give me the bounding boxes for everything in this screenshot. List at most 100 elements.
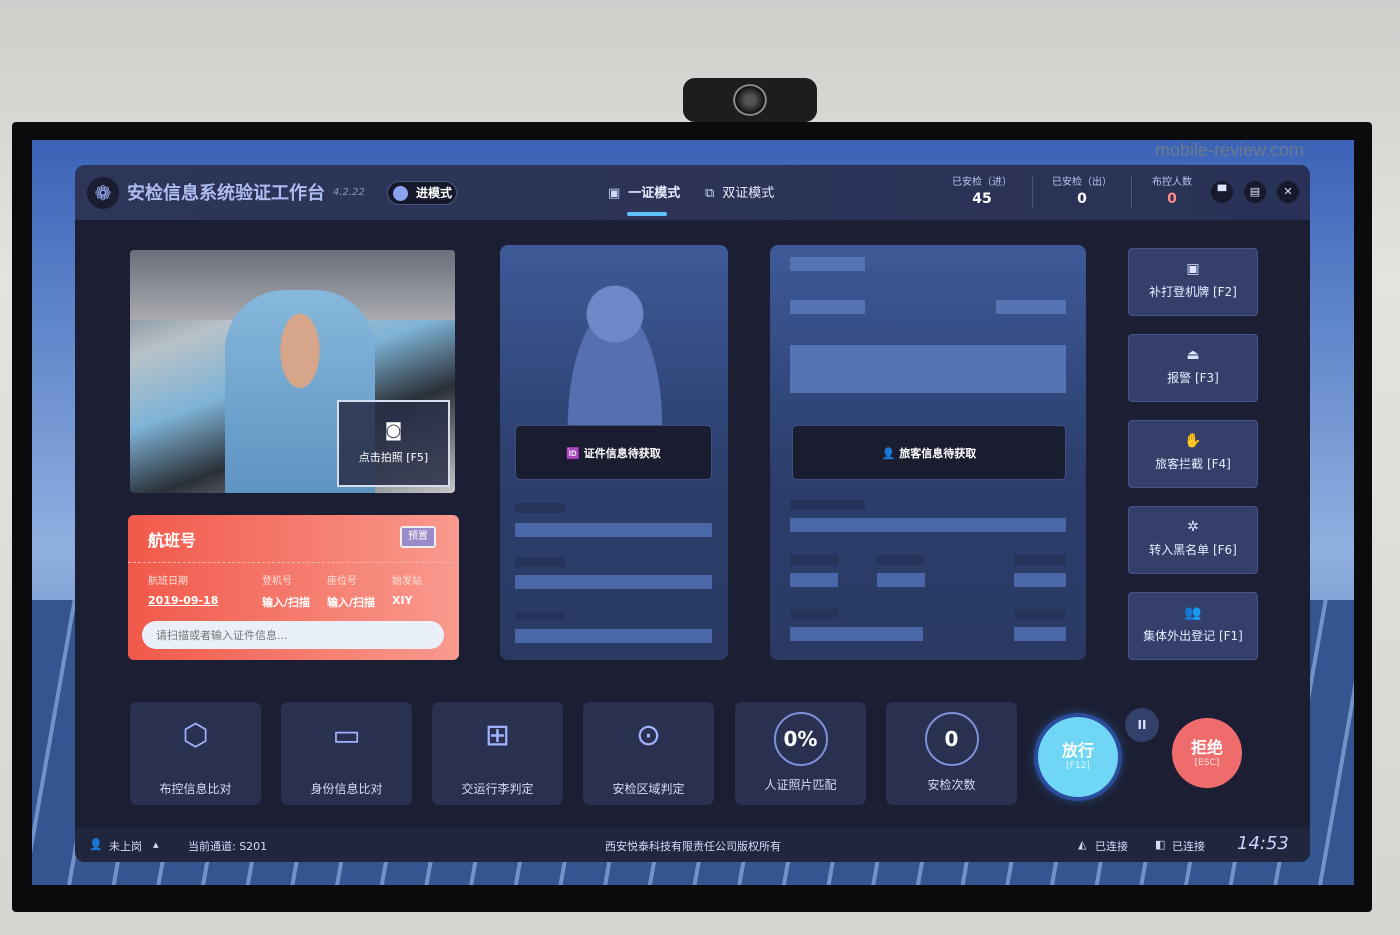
field-origin: 始发站 XIY	[392, 572, 422, 607]
placeholder	[515, 575, 712, 589]
group-exit-button[interactable]: 👥 集体外出登记 [F1]	[1128, 592, 1258, 660]
placeholder	[790, 627, 923, 641]
current-channel: 当前通道: S201	[188, 840, 268, 853]
web-icon: ⬡	[182, 718, 209, 753]
field-value[interactable]: 输入/扫描	[327, 594, 375, 610]
luggage-icon: ⊞	[484, 718, 511, 753]
field-flight-date: 航班日期 2019-09-18	[148, 572, 218, 607]
logo-icon: ❁	[87, 177, 119, 209]
webcam	[683, 78, 817, 122]
field-label: 始发站	[392, 576, 422, 587]
id-scan-input[interactable]	[142, 621, 444, 649]
id-card-panel: 🆔 证件信息待获取	[500, 245, 728, 660]
user-status[interactable]: 未上岗	[109, 838, 142, 854]
dual-card-icon: ⧉	[705, 186, 715, 201]
layout-icon[interactable]: ▀	[1211, 181, 1233, 203]
reprint-boarding-pass-button[interactable]: ▣ 补打登机牌 [F2]	[1128, 248, 1258, 316]
print-icon: ▣	[1186, 261, 1200, 277]
app-title: 安检信息系统验证工作台	[127, 183, 325, 204]
tile-label: 布控信息比对	[159, 782, 232, 796]
passenger-status: 👤 旅客信息待获取	[792, 425, 1066, 480]
placeholder	[877, 573, 925, 587]
passenger-icon: 👤	[881, 447, 900, 460]
group-icon: 👥	[1184, 605, 1202, 621]
preset-button[interactable]: 预置	[400, 526, 436, 548]
alarm-button[interactable]: ⏏ 报警 [F3]	[1128, 334, 1258, 402]
placeholder	[1014, 627, 1066, 641]
version: 4.2.22	[333, 187, 365, 198]
chevron-up-icon[interactable]: ▴	[153, 838, 159, 851]
hand-icon: ✋	[1184, 433, 1202, 449]
placeholder	[1014, 609, 1066, 619]
camera-icon: ◙	[384, 420, 403, 441]
app-window: ❁ 安检信息系统验证工作台 4.2.22 进模式 ▣ 一证模式 ⧉ 双证模式 已安检…	[75, 165, 1310, 862]
intercept-passenger-button[interactable]: ✋ 旅客拦截 [F4]	[1128, 420, 1258, 488]
tile-identity-compare[interactable]: ▭ 身份信息比对	[281, 702, 412, 805]
placeholder	[515, 557, 565, 567]
placeholder	[790, 300, 865, 314]
passenger-panel: 👤 旅客信息待获取	[770, 245, 1086, 660]
location-icon: ⊙	[635, 718, 662, 753]
field-value: XIY	[392, 594, 413, 607]
field-value[interactable]: 2019-09-18	[148, 594, 218, 607]
placeholder	[1014, 573, 1066, 587]
button-label: 集体外出登记 [F1]	[1143, 629, 1243, 643]
pause-button[interactable]: II	[1125, 708, 1159, 742]
clock: 14:53	[1237, 833, 1289, 854]
id-card-status: 🆔 证件信息待获取	[515, 425, 712, 480]
placeholder	[790, 500, 865, 510]
tile-area-check[interactable]: ⊙ 安检区域判定	[583, 702, 714, 805]
button-label: 报警 [F3]	[1167, 371, 1219, 385]
connection-status-1: 已连接	[1095, 840, 1128, 853]
tab-label: 一证模式	[628, 186, 681, 201]
button-label: 转入黑名单 [F6]	[1149, 543, 1237, 557]
button-label: 旅客拦截 [F4]	[1155, 457, 1231, 471]
mode-toggle-label: 进模式	[416, 186, 453, 200]
pass-label: 放行	[1061, 741, 1094, 760]
placeholder	[790, 345, 1066, 393]
close-icon[interactable]: ✕	[1277, 181, 1299, 203]
scanner-icon: ◭	[1078, 838, 1087, 851]
tile-label: 安检次数	[927, 778, 976, 792]
webcam-lens	[733, 84, 767, 116]
tab-single-id[interactable]: ▣ 一证模式	[608, 182, 680, 201]
divider	[1032, 175, 1033, 209]
copyright: 西安悦泰科技有限责任公司版权所有	[605, 840, 781, 853]
stat-value: 0	[1077, 191, 1087, 207]
tile-label: 安检区域判定	[612, 782, 685, 796]
field-label: 航班日期	[148, 576, 188, 587]
placeholder	[790, 573, 838, 587]
stat-label: 已安检（进）	[952, 177, 1012, 188]
camera-feed: ◙ 点击拍照 [F5]	[130, 250, 455, 493]
stat-label: 布控人数	[1152, 177, 1192, 188]
field-value[interactable]: 输入/扫描	[262, 594, 310, 610]
id-card-icon: ▣	[608, 186, 621, 201]
tile-watchlist-compare[interactable]: ⬡ 布控信息比对	[130, 702, 261, 805]
tile-luggage-check[interactable]: ⊞ 交运行李判定	[432, 702, 563, 805]
placeholder	[515, 523, 712, 537]
tab-dual-id[interactable]: ⧉ 双证模式	[705, 182, 774, 201]
alarm-icon: ⏏	[1186, 347, 1200, 363]
reject-button[interactable]: 拒绝 [ESC]	[1172, 718, 1242, 788]
reject-label: 拒绝	[1190, 738, 1223, 757]
placeholder	[790, 609, 838, 619]
watermark: mobile-review.com	[1155, 140, 1305, 160]
field-label: 登机号	[262, 576, 292, 587]
status-text: 旅客信息待获取	[899, 447, 977, 460]
stat-checked-out: 已安检（出） 0	[1037, 173, 1127, 207]
tile-label: 身份信息比对	[310, 782, 383, 796]
pass-button[interactable]: 放行 [F12]	[1038, 717, 1118, 797]
placeholder	[790, 257, 865, 271]
field-label: 座位号	[327, 576, 357, 587]
stat-watchlist: 布控人数 0	[1127, 173, 1217, 207]
mode-toggle[interactable]: 进模式	[387, 181, 457, 205]
blacklist-button[interactable]: ✲ 转入黑名单 [F6]	[1128, 506, 1258, 574]
stat-checked-in: 已安检（进） 45	[937, 173, 1027, 207]
capture-photo-button[interactable]: ◙ 点击拍照 [F5]	[337, 400, 450, 487]
stat-value: 45	[972, 191, 992, 207]
flight-title: 航班号	[148, 531, 197, 550]
field-gate: 登机号输入/扫描	[262, 572, 310, 610]
blacklist-icon: ✲	[1187, 519, 1199, 535]
toggle-knob	[393, 186, 408, 201]
message-icon[interactable]: ▤	[1244, 181, 1266, 203]
